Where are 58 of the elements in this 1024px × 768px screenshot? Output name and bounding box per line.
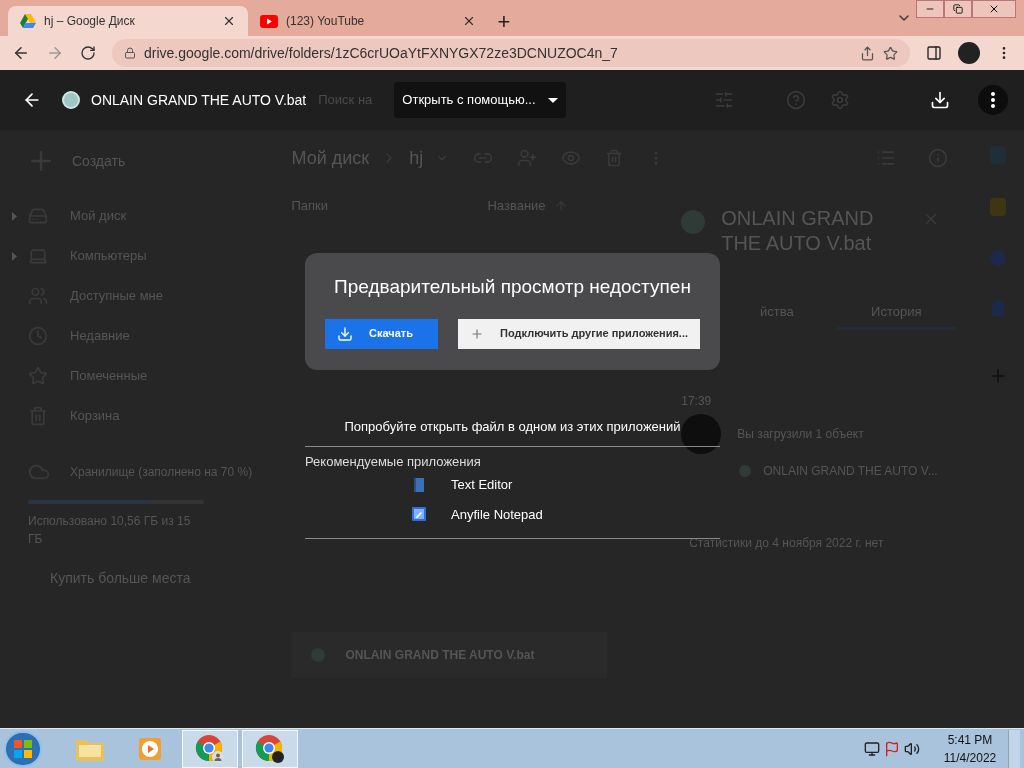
- reload-icon[interactable]: [80, 45, 96, 61]
- lock-icon: [124, 47, 136, 59]
- open-with-button[interactable]: Открыть с помощью...: [394, 82, 566, 118]
- forward-icon[interactable]: [46, 44, 64, 62]
- drive-logo-icon: [20, 14, 36, 28]
- show-desktop-button[interactable]: [1008, 729, 1020, 768]
- bookmark-star-icon[interactable]: [883, 45, 898, 61]
- settings-icon: [829, 90, 850, 110]
- close-icon: [988, 3, 1000, 15]
- expand-caret-icon[interactable]: [11, 251, 17, 261]
- connect-apps-button[interactable]: Подключить другие приложения...: [458, 318, 700, 349]
- help-icon: [785, 90, 806, 110]
- more-icon: [991, 92, 995, 108]
- download-button[interactable]: Скачать: [325, 318, 439, 349]
- minimize-button[interactable]: [916, 0, 944, 18]
- dialog-title: Предварительный просмотр недоступен: [334, 275, 691, 299]
- back-icon[interactable]: [12, 44, 30, 62]
- profile-avatar[interactable]: [958, 42, 980, 64]
- expand-caret-icon[interactable]: [11, 211, 17, 221]
- address-bar[interactable]: drive.google.com/drive/folders/1zC6crUOaYtFXNYGX72ze3DCNUZOC4n_7: [112, 39, 910, 67]
- clock[interactable]: 5:41 PM 11/4/2022: [936, 730, 1004, 767]
- new-tab-button[interactable]: +: [488, 6, 520, 36]
- app-item[interactable]: Anyfile Notepad: [411, 504, 543, 524]
- url-text: drive.google.com/drive/folders/1zC6crUOaYtFXNYGX72ze3DCNUZOC4n_7: [144, 43, 619, 63]
- side-panel-icon[interactable]: [926, 45, 942, 61]
- chrome-icon: [255, 733, 285, 764]
- share-icon[interactable]: [860, 45, 875, 61]
- windows-logo-icon: [14, 739, 32, 758]
- close-icon[interactable]: [462, 14, 476, 28]
- user-avatar: [681, 414, 722, 454]
- hint-text: Попробуйте открыть файл в одном из этих приложений: [343, 418, 682, 436]
- restore-icon: [953, 4, 963, 14]
- section-label: Рекомендуемые приложения: [305, 452, 482, 471]
- file-type-icon: [62, 91, 80, 109]
- tab-title: (123) YouTube: [286, 13, 366, 30]
- tab-title: hj – Google Диск: [44, 13, 136, 30]
- more-button[interactable]: [978, 85, 1008, 115]
- close-icon[interactable]: [222, 14, 236, 28]
- app-item[interactable]: Text Editor: [411, 475, 513, 495]
- taskbar-app[interactable]: [242, 729, 298, 768]
- network-icon[interactable]: [864, 740, 880, 757]
- note-icon[interactable]: [989, 198, 1006, 216]
- download-icon: [337, 325, 353, 342]
- notepad-icon: [412, 507, 426, 522]
- caret-icon: [547, 97, 558, 103]
- volume-icon[interactable]: [904, 740, 920, 757]
- browser-tab[interactable]: hj – Google Диск: [8, 6, 248, 36]
- browser-tab[interactable]: (123) YouTube: [248, 6, 488, 36]
- media-player-icon: [137, 735, 163, 762]
- download-icon[interactable]: [930, 90, 950, 110]
- start-button[interactable]: [4, 730, 42, 767]
- restore-button[interactable]: [944, 0, 972, 18]
- file-name: ONLAIN GRAND THE AUTO V.bat: [91, 90, 307, 110]
- chrome-icon: [195, 733, 225, 764]
- document-icon: [413, 477, 425, 492]
- play-logo-icon: [260, 14, 278, 28]
- sliders-icon: [713, 90, 734, 110]
- plus-icon: [470, 326, 485, 341]
